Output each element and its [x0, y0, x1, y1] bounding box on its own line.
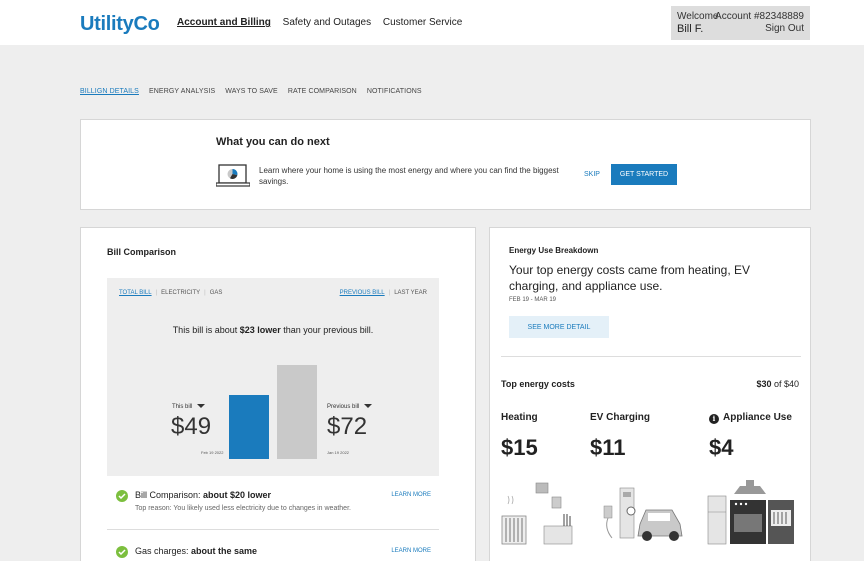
previous-bill-dropdown[interactable]: Previous bill [327, 404, 373, 410]
date-range: FEB 19 - MAR 19 [509, 297, 557, 303]
category-ev-charging: EV Charging [590, 412, 651, 423]
this-bill-dropdown[interactable]: This bill [172, 404, 206, 410]
top-header: UtilityCo Account and Billing Safety and… [0, 0, 864, 45]
tab-billing-details[interactable]: BILLIGN DETAILS [80, 88, 139, 95]
bill-type-toggles: TOTAL BILL | ELECTRICITY | GAS [119, 290, 223, 296]
user-name: Bill F. [677, 23, 704, 35]
tab-rate-comparison[interactable]: RATE COMPARISON [288, 88, 357, 95]
tab-energy-analysis[interactable]: ENERGY ANALYSIS [149, 88, 215, 95]
this-bill-bar [229, 395, 269, 459]
toggle-electricity[interactable]: ELECTRICITY [161, 290, 200, 296]
heating-cost: $15 [501, 435, 538, 460]
previous-bill-bar [277, 365, 317, 459]
appliance-cost: $4 [709, 435, 734, 460]
insight-row: Bill Comparison: about $20 lower Top rea… [107, 488, 439, 530]
sign-out-link[interactable]: Sign Out [765, 23, 804, 34]
chevron-down-icon [197, 404, 206, 409]
tab-ways-to-save[interactable]: WAYS TO SAVE [225, 88, 278, 95]
check-circle-icon [116, 546, 128, 558]
account-panel: Welcome Bill F. Account #82348889 Sign O… [671, 6, 810, 40]
nav-safety-outages[interactable]: Safety and Outages [283, 17, 371, 28]
toggle-previous-bill[interactable]: PREVIOUS BILL [340, 290, 385, 296]
check-circle-icon [116, 490, 128, 502]
toggle-last-year[interactable]: LAST YEAR [394, 290, 427, 296]
next-steps-card: What you can do next Learn where your ho… [80, 119, 811, 210]
comparison-period-toggles: PREVIOUS BILL | LAST YEAR [339, 290, 427, 296]
bill-comparison-title: Bill Comparison [107, 247, 177, 257]
this-bill-date: Feb 19 2022 [201, 450, 224, 455]
learn-more-link[interactable]: LEARN MORE [391, 492, 431, 498]
ev-charging-cost: $11 [590, 435, 626, 460]
insight-detail: Top reason: You likely used less electri… [135, 505, 351, 512]
get-started-button[interactable]: GET STARTED [611, 164, 677, 185]
divider [501, 356, 801, 357]
category-heating: Heating [501, 412, 538, 423]
insight-row: Gas charges: about the same LEARN MORE [107, 544, 439, 561]
next-steps-description: Learn where your home is using the most … [259, 166, 559, 186]
welcome-label: Welcome [677, 11, 719, 22]
bill-summary: This bill is about $23 lower than your p… [172, 325, 374, 335]
billing-subtabs: BILLIGN DETAILS ENERGY ANALYSIS WAYS TO … [80, 88, 430, 95]
tab-notifications[interactable]: NOTIFICATIONS [367, 88, 422, 95]
previous-bill-date: Jan 19 2022 [327, 450, 350, 455]
chevron-down-icon [364, 404, 373, 409]
info-icon[interactable]: i [709, 414, 719, 424]
this-bill-amount: $49 [171, 413, 212, 440]
account-number: Account #82348889 [715, 11, 804, 22]
energy-breakdown-card: Energy Use Breakdown Your top energy cos… [489, 227, 811, 561]
bill-comparison-card: Bill Comparison TOTAL BILL | ELECTRICITY | G… [80, 227, 476, 561]
main-nav: Account and Billing Safety and Outages C… [177, 17, 471, 28]
insight-title: Bill Comparison: about $20 lower [135, 490, 272, 500]
appliance-illustration [707, 480, 794, 545]
toggle-gas[interactable]: GAS [210, 290, 223, 296]
learn-more-link[interactable]: LEARN MORE [391, 548, 431, 554]
category-appliance-use: i Appliance Use [709, 412, 792, 424]
energy-breakdown-title: Energy Use Breakdown [509, 246, 599, 255]
energy-headline: Your top energy costs came from heating,… [509, 263, 751, 293]
toggle-total-bill[interactable]: TOTAL BILL [119, 290, 152, 296]
next-steps-title: What you can do next [216, 136, 330, 148]
cost-budget: $30 of $40 [756, 379, 799, 389]
see-more-detail-button[interactable]: SEE MORE DETAIL [509, 316, 609, 338]
nav-account-billing[interactable]: Account and Billing [177, 17, 271, 28]
skip-link[interactable]: SKIP [584, 171, 600, 178]
heating-illustration [501, 482, 573, 545]
top-costs-label: Top energy costs [501, 379, 575, 389]
bill-chart-panel: TOTAL BILL | ELECTRICITY | GAS PREVIOUS BILL… [107, 278, 439, 476]
nav-customer-service[interactable]: Customer Service [383, 17, 462, 28]
previous-bill-amount: $72 [327, 413, 368, 440]
ev-charging-illustration [603, 487, 683, 541]
utilityco-logo[interactable]: UtilityCo [80, 13, 160, 36]
laptop-chart-icon [216, 164, 250, 187]
insight-title: Gas charges: about the same [135, 546, 258, 556]
